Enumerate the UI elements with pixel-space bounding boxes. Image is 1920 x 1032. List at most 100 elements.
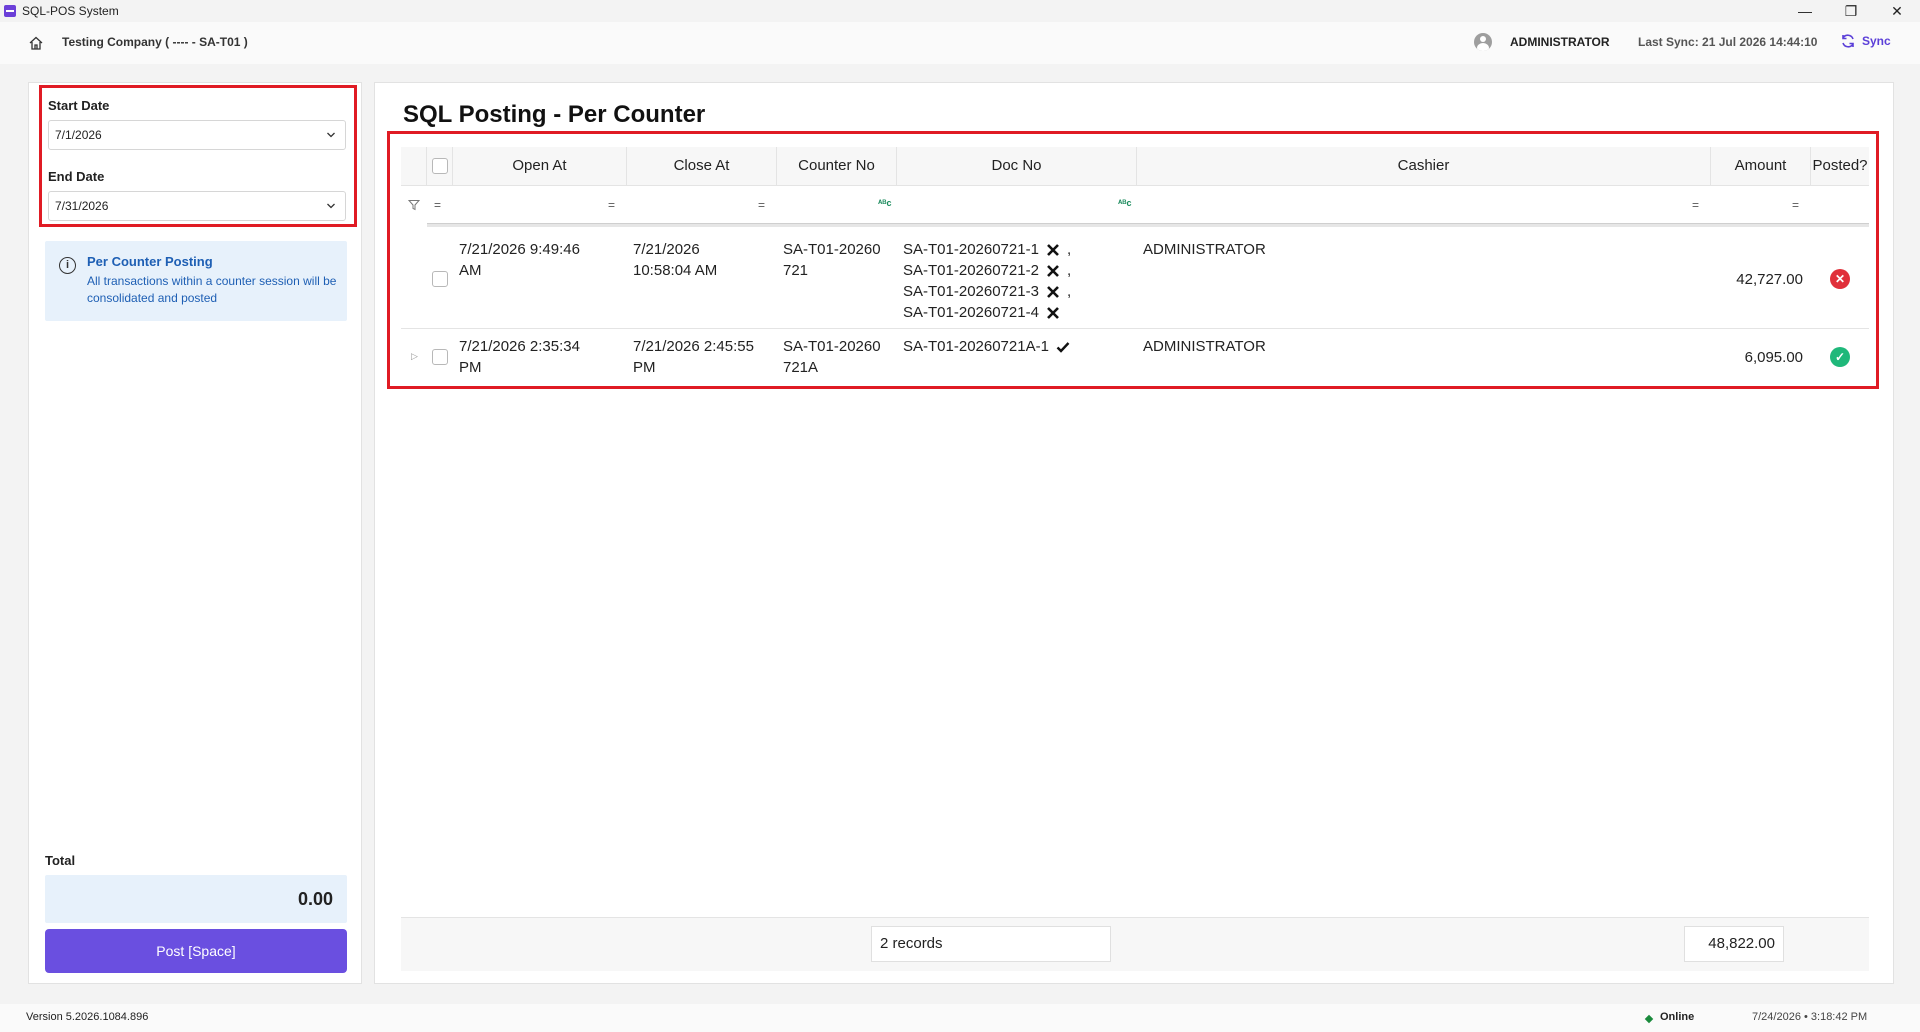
doc-number: SA-T01-20260721A-1 (903, 338, 1049, 355)
column-doc-no[interactable]: Doc No (897, 147, 1137, 185)
post-button[interactable]: Post [Space] (45, 929, 347, 973)
column-close-at[interactable]: Close At (627, 147, 777, 185)
doc-number: SA-T01-20260721-2 (903, 262, 1039, 279)
doc-number: SA-T01-20260721-4 (903, 304, 1039, 321)
amount-summary: 48,822.00 (1684, 926, 1784, 962)
page-title: SQL Posting - Per Counter (403, 101, 706, 128)
not-posted-x-icon (1047, 264, 1059, 277)
not-posted-x-icon (1047, 285, 1059, 298)
open-at-line-1: 7/21/2026 9:49:46 (459, 241, 580, 258)
posted-filter-operator[interactable]: = (1792, 198, 1799, 212)
app-title: SQL-POS System (22, 4, 119, 18)
start-date-label: Start Date (48, 98, 110, 113)
filter-panel: Start Date 7/1/2026 End Date 7/31/2026 i… (28, 82, 362, 984)
info-icon: i (59, 257, 76, 274)
not-posted-x-icon (1047, 243, 1059, 256)
filter-icon[interactable] (408, 199, 420, 211)
date-range-group: Start Date 7/1/2026 End Date 7/31/2026 (39, 85, 357, 227)
app-header: Testing Company ( ---- - SA-T01 ) ADMINI… (0, 22, 1920, 64)
column-posted[interactable]: Posted? (1811, 147, 1869, 185)
doc-separator: , (1066, 241, 1072, 258)
close-at-filter-operator[interactable]: = (608, 198, 615, 212)
cashier-cell: ADMINISTRATOR (1143, 241, 1266, 258)
minimize-button[interactable]: — (1782, 0, 1828, 22)
counter-no-line-1: SA-T01-20260 (783, 241, 881, 258)
not-posted-status-icon: ✕ (1830, 269, 1850, 289)
column-amount[interactable]: Amount (1711, 147, 1811, 185)
title-bar: SQL-POS System — ❐ ✕ (0, 0, 1920, 22)
row-checkbox[interactable] (432, 349, 448, 365)
close-at-cell: 7/21/2026 10:58:04 AM (633, 239, 773, 281)
grid-header: Open At Close At Counter No Doc No Cashi… (401, 147, 1869, 185)
column-open-at[interactable]: Open At (453, 147, 627, 185)
cashier-text-filter-icon[interactable]: ᴬᴮc (1118, 198, 1131, 208)
close-window-button[interactable]: ✕ (1874, 0, 1920, 22)
doc-entry: SA-T01-20260721-3 , (903, 281, 1135, 302)
close-at-cell: 7/21/2026 2:45:55 PM (633, 336, 773, 378)
end-date-value: 7/31/2026 (55, 199, 109, 213)
posted-check-icon (1056, 341, 1070, 353)
doc-number: SA-T01-20260721-1 (903, 241, 1039, 258)
counter-no-filter-operator[interactable]: = (758, 198, 765, 212)
open-at-line-1: 7/21/2026 2:35:34 (459, 338, 580, 355)
select-all-checkbox[interactable] (432, 158, 448, 174)
app-logo-icon (4, 5, 16, 17)
open-at-cell: 7/21/2026 2:35:34 PM (459, 336, 625, 378)
open-at-cell: 7/21/2026 9:49:46 AM (459, 239, 625, 281)
doc-separator: , (1066, 262, 1072, 279)
last-sync-text: Last Sync: 21 Jul 2026 14:44:10 (1638, 35, 1818, 49)
online-status: Online (1660, 1011, 1695, 1023)
not-posted-x-icon (1047, 306, 1059, 319)
open-at-filter-operator[interactable]: = (434, 198, 441, 212)
info-title: Per Counter Posting (87, 254, 213, 269)
version-text: Version 5.2026.1084.896 (26, 1011, 149, 1023)
end-date-picker[interactable]: 7/31/2026 (48, 191, 346, 221)
header-separator (427, 223, 1869, 227)
sync-label: Sync (1862, 34, 1891, 48)
counter-no-cell: SA-T01-20260 721 (783, 239, 895, 281)
filter-row: = = = ᴬᴮc ᴬᴮc = = (401, 185, 1869, 223)
user-avatar-icon (1474, 33, 1492, 51)
doc-no-text-filter-icon[interactable]: ᴬᴮc (878, 198, 891, 208)
expand-row-icon[interactable]: ▷ (411, 351, 418, 362)
amount-cell: 42,727.00 (1736, 271, 1803, 288)
posted-status-icon: ✓ (1830, 347, 1850, 367)
info-callout: i Per Counter Posting All transactions w… (45, 241, 347, 321)
amount-cell: 6,095.00 (1744, 349, 1803, 366)
sync-icon (1842, 34, 1854, 48)
doc-entry: SA-T01-20260721-2 , (903, 260, 1135, 281)
header-select-cell (427, 147, 453, 185)
doc-number: SA-T01-20260721-3 (903, 283, 1039, 300)
amount-filter-operator[interactable]: = (1692, 198, 1699, 212)
doc-no-cell: SA-T01-20260721-1 , SA-T01-20260721-2 , … (903, 239, 1135, 323)
doc-separator: , (1066, 283, 1072, 300)
start-date-picker[interactable]: 7/1/2026 (48, 120, 346, 150)
open-at-line-2: AM (459, 262, 482, 279)
close-at-line-2: 10:58:04 AM (633, 262, 718, 279)
grid-footer: 2 records 48,822.00 (401, 917, 1869, 971)
header-spacer (401, 147, 427, 185)
counter-no-line-2: 721A (783, 359, 819, 376)
posting-panel: SQL Posting - Per Counter Open At Close … (374, 82, 1894, 984)
total-value: 0.00 (45, 875, 347, 923)
user-name: ADMINISTRATOR (1510, 35, 1610, 49)
close-at-line-1: 7/21/2026 2:45:55 (633, 338, 754, 355)
counter-no-cell: SA-T01-20260 721A (783, 336, 895, 378)
table-row[interactable]: ▷ 7/21/2026 2:35:34 PM 7/21/2026 2:45:55… (401, 329, 1869, 385)
company-name: Testing Company ( ---- - SA-T01 ) (62, 35, 248, 49)
total-label: Total (45, 853, 76, 868)
chevron-down-icon (327, 203, 335, 209)
column-counter-no[interactable]: Counter No (777, 147, 897, 185)
doc-entry: SA-T01-20260721-1 , (903, 239, 1135, 260)
column-cashier[interactable]: Cashier (1137, 147, 1711, 185)
restore-button[interactable]: ❐ (1828, 0, 1874, 22)
sync-button[interactable]: Sync (1840, 33, 1891, 49)
chevron-down-icon (327, 132, 335, 138)
counter-no-line-1: SA-T01-20260 (783, 338, 881, 355)
window-controls: — ❐ ✕ (1782, 0, 1920, 22)
home-icon[interactable] (28, 35, 44, 51)
row-checkbox[interactable] (432, 271, 448, 287)
record-count: 2 records (871, 926, 1111, 962)
cashier-cell: ADMINISTRATOR (1143, 338, 1266, 355)
table-row[interactable]: 7/21/2026 9:49:46 AM 7/21/2026 10:58:04 … (401, 229, 1869, 329)
